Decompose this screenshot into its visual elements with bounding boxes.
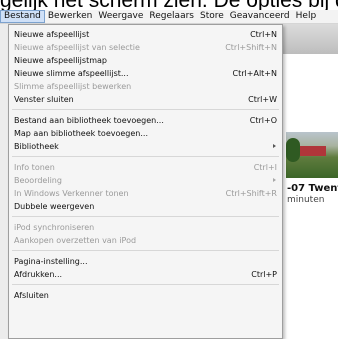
menu-item-label: Afsluiten [14,291,49,300]
menu-item-label: Map aan bibliotheek toevoegen... [14,129,148,138]
menu-item-label: Info tonen [14,163,55,172]
submenu-arrow-icon [273,144,276,148]
roof-shape [300,146,326,156]
menu-item-label: In Windows Verkenner tonen [14,189,129,198]
menu-item-windows-verkenner: In Windows Verkenner tonen Ctrl+Shift+R [9,187,282,200]
menu-item-afsluiten[interactable]: Afsluiten [9,289,282,302]
menu-item-label: Nieuwe afspeellijst van selectie [14,43,140,52]
menu-item-bibliotheek[interactable]: Bibliotheek [9,140,282,153]
menu-item-shortcut: Ctrl+Shift+R [225,189,277,198]
menu-item-dubbele-weergeven[interactable]: Dubbele weergeven [9,200,282,213]
album-thumbnail[interactable] [286,132,338,178]
menu-item-venster-sluiten[interactable]: Venster sluiten Ctrl+W [9,93,282,106]
menu-item-nieuwe-afspeellijst-van-selectie: Nieuwe afspeellijst van selectie Ctrl+Sh… [9,41,282,54]
menu-item-label: Nieuwe afspeellijstmap [14,56,107,65]
menu-separator [12,284,279,285]
menu-item-label: Aankopen overzetten van iPod [14,236,137,245]
menu-item-label: Bibliotheek [14,142,59,151]
menu-item-shortcut: Ctrl+Alt+N [232,69,277,78]
menu-bar: Bestand Bewerken Weergave Regelaars Store Gea… [0,10,338,24]
menu-item-shortcut: Ctrl+O [249,116,277,125]
menu-item-beoordeling: Beoordeling [9,174,282,187]
menu-item-nieuwe-afspeellijst[interactable]: Nieuwe afspeellijst Ctrl+N [9,28,282,41]
menu-item-map-toevoegen[interactable]: Map aan bibliotheek toevoegen... [9,127,282,140]
menu-item-aankopen-overzetten: Aankopen overzetten van iPod [9,234,282,247]
menu-item-info-tonen: Info tonen Ctrl+I [9,161,282,174]
menu-item-nieuwe-slimme-afspeellijst[interactable]: Nieuwe slimme afspeellijst... Ctrl+Alt+N [9,67,282,80]
library-background: -07 Twente minuten [283,24,338,339]
menu-regelaars[interactable]: Regelaars [146,10,197,23]
menu-item-label: Pagina-instelling... [14,257,88,266]
menu-geavanceerd[interactable]: Geavanceerd [227,10,293,23]
menu-item-label: Afdrukken... [14,270,63,279]
menu-item-label: iPod synchroniseren [14,223,95,232]
window-background-left [0,24,8,339]
menu-item-nieuwe-afspeellijstmap[interactable]: Nieuwe afspeellijstmap [9,54,282,67]
menu-bestand[interactable]: Bestand [0,10,45,23]
menu-item-shortcut: Ctrl+P [251,270,277,279]
menu-weergave[interactable]: Weergave [95,10,146,23]
menu-item-slimme-afspeellijst-bewerken: Slimme afspeellijst bewerken [9,80,282,93]
menu-store[interactable]: Store [197,10,227,23]
menu-item-label: Venster sluiten [14,95,74,104]
menu-item-shortcut: Ctrl+I [253,163,277,172]
menu-bewerken[interactable]: Bewerken [45,10,95,23]
menu-help[interactable]: Help [293,10,320,23]
menu-item-label: Nieuwe slimme afspeellijst... [14,69,129,78]
menu-item-label: Nieuwe afspeellijst [14,30,90,39]
menu-item-afdrukken[interactable]: Afdrukken... Ctrl+P [9,268,282,281]
menu-separator [12,109,279,110]
menu-item-shortcut: Ctrl+N [250,30,277,39]
menu-item-pagina-instelling[interactable]: Pagina-instelling... [9,255,282,268]
menu-separator [12,216,279,217]
tree-shape [286,138,300,162]
submenu-arrow-icon [273,178,276,182]
album-title[interactable]: -07 Twente [287,183,338,194]
menu-item-bestand-toevoegen[interactable]: Bestand aan bibliotheek toevoegen... Ctr… [9,114,282,127]
menu-item-ipod-synchroniseren: iPod synchroniseren [9,221,282,234]
album-duration: minuten [287,195,325,205]
menu-separator [12,250,279,251]
file-menu-dropdown: Nieuwe afspeellijst Ctrl+N Nieuwe afspee… [8,24,283,339]
menu-item-shortcut: Ctrl+Shift+N [225,43,277,52]
toolbar-band [283,24,338,54]
menu-item-label: Slimme afspeellijst bewerken [14,82,132,91]
menu-item-label: Bestand aan bibliotheek toevoegen... [14,116,164,125]
menu-item-label: Dubbele weergeven [14,202,95,211]
menu-item-shortcut: Ctrl+W [248,95,277,104]
menu-separator [12,156,279,157]
menu-item-label: Beoordeling [14,176,62,185]
